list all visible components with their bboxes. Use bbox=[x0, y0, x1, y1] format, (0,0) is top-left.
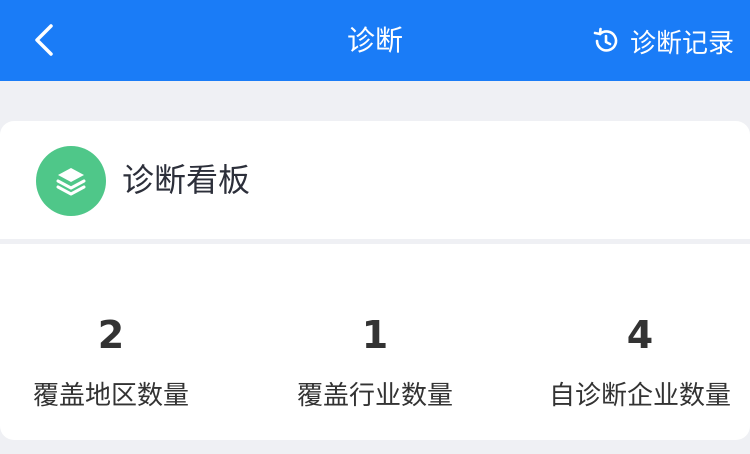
stat-value: 2 bbox=[97, 313, 125, 357]
stat-value: 4 bbox=[626, 313, 654, 357]
stats-card: 2 覆盖地区数量 1 覆盖行业数量 4 自诊断企业数量 bbox=[0, 244, 750, 440]
stat-covered-regions: 2 覆盖地区数量 bbox=[0, 244, 222, 440]
stat-label: 覆盖行业数量 bbox=[296, 381, 453, 411]
top-nav-bar: 诊断 诊断记录 bbox=[0, 0, 750, 81]
stat-covered-industries: 1 覆盖行业数量 bbox=[250, 244, 500, 440]
stat-value: 1 bbox=[361, 313, 389, 357]
back-button[interactable] bbox=[22, 18, 66, 62]
stat-label: 自诊断企业数量 bbox=[548, 381, 731, 411]
history-label: 诊断记录 bbox=[629, 28, 734, 59]
dashboard-header-card: 诊断看板 bbox=[0, 121, 750, 239]
chevron-left-icon bbox=[35, 24, 53, 56]
stat-label: 覆盖地区数量 bbox=[32, 381, 189, 411]
diagnosis-history-button[interactable]: 诊断记录 bbox=[592, 22, 734, 60]
history-icon bbox=[593, 27, 618, 52]
stat-self-diagnosed-enterprises: 4 自诊断企业数量 bbox=[530, 244, 750, 440]
dashboard-title: 诊断看板 bbox=[122, 161, 251, 199]
layers-icon bbox=[36, 146, 106, 216]
